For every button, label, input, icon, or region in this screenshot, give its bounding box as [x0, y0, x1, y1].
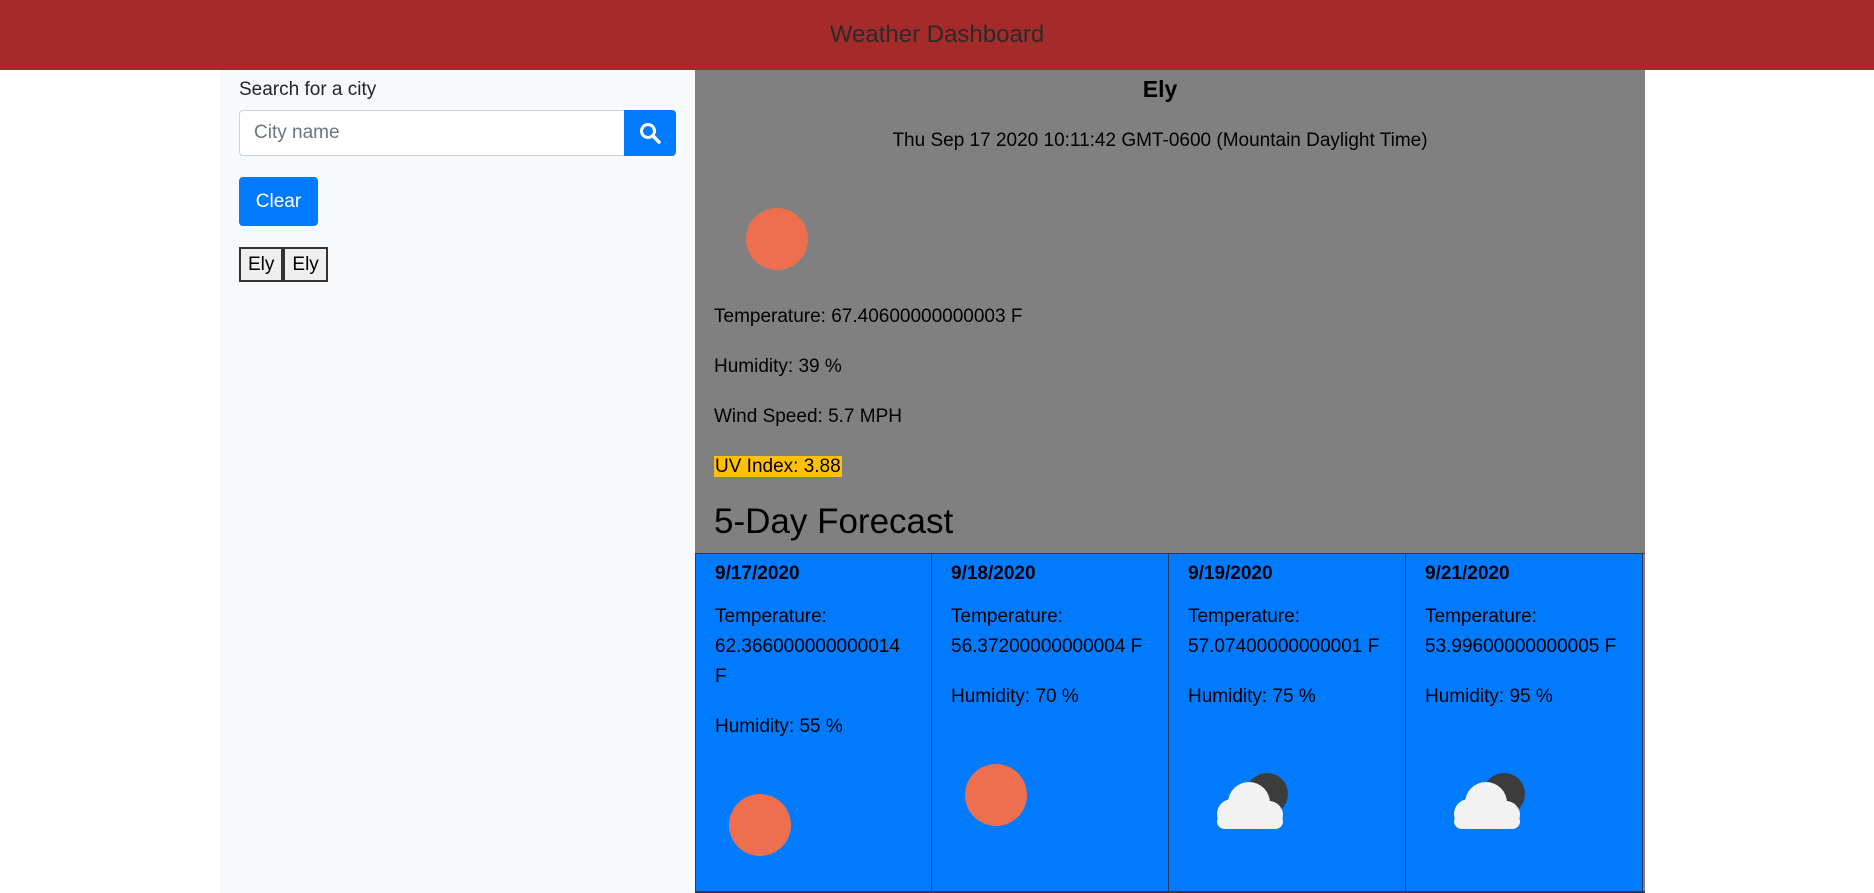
app-title: Weather Dashboard: [829, 21, 1045, 48]
forecast-card: 9/18/2020 Temperature: 56.37200000000004…: [932, 554, 1169, 891]
forecast-humidity: Humidity: 70 %: [951, 686, 1079, 707]
forecast-humidity: Humidity: 55 %: [715, 716, 843, 737]
forecast-date: 9/17/2020: [715, 563, 800, 584]
forecast-title: 5-Day Forecast: [714, 502, 954, 541]
city-search-input[interactable]: [239, 110, 624, 156]
forecast-row: 9/17/2020 Temperature: 62.36600000000001…: [695, 553, 1645, 893]
forecast-card: 9/19/2020 Temperature: 57.07400000000001…: [1169, 554, 1406, 891]
forecast-card: 9/17/2020 Temperature: 62.36600000000001…: [695, 554, 932, 891]
forecast-card: 9/21/2020 Temperature: 53.99600000000005…: [1406, 554, 1643, 891]
search-icon: [640, 123, 661, 144]
forecast-temperature: Temperature: 57.07400000000001 F: [1188, 606, 1380, 657]
uv-index-badge: UV Index: 3.88: [714, 456, 842, 477]
current-wind-speed: Wind Speed: 5.7 MPH: [714, 406, 902, 427]
current-temperature: Temperature: 67.40600000000003 F: [714, 306, 1023, 327]
forecast-temperature: Temperature: 56.37200000000004 F: [951, 606, 1143, 657]
search-sidebar: Search for a city Clear Ely Ely: [220, 70, 695, 893]
search-button[interactable]: [624, 110, 676, 156]
cloud-moon-icon: [1217, 773, 1288, 829]
forecast-date: 9/21/2020: [1425, 563, 1510, 584]
forecast-humidity: Humidity: 75 %: [1188, 686, 1316, 707]
sun-icon: [729, 794, 791, 856]
weather-panel: Ely Thu Sep 17 2020 10:11:42 GMT-0600 (M…: [695, 70, 1645, 893]
sun-icon: [746, 208, 808, 270]
forecast-temperature: Temperature: 62.366000000000014 F: [715, 606, 900, 687]
sun-icon: [965, 764, 1027, 826]
search-history: Ely Ely: [239, 247, 328, 282]
history-city-button[interactable]: Ely: [283, 247, 328, 282]
app-header: Weather Dashboard: [0, 0, 1874, 70]
history-city-button[interactable]: Ely: [239, 247, 284, 282]
cloud-moon-icon: [1454, 773, 1525, 829]
current-city-name: Ely: [1142, 76, 1178, 102]
current-humidity: Humidity: 39 %: [714, 356, 842, 377]
current-datetime: Thu Sep 17 2020 10:11:42 GMT-0600 (Mount…: [892, 130, 1428, 151]
forecast-date: 9/18/2020: [951, 563, 1036, 584]
forecast-humidity: Humidity: 95 %: [1425, 686, 1553, 707]
forecast-date: 9/19/2020: [1188, 563, 1273, 584]
clear-button[interactable]: Clear: [239, 177, 318, 226]
forecast-temperature: Temperature: 53.99600000000005 F: [1425, 606, 1617, 657]
search-label: Search for a city: [239, 79, 377, 100]
